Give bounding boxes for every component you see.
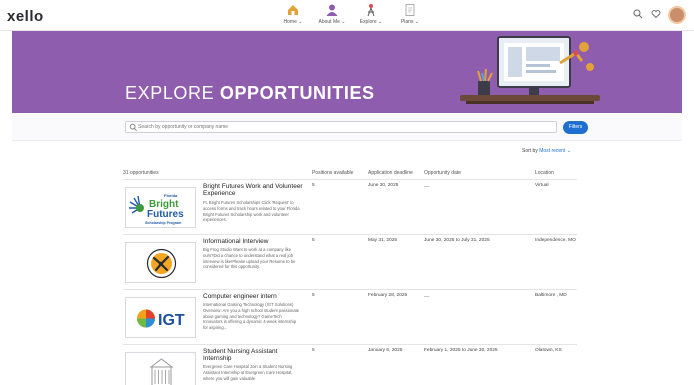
search-field[interactable] [125,121,557,133]
table-row[interactable]: Informational Interview Big Frog Studio … [123,238,577,290]
heart-icon[interactable] [651,9,661,19]
positions-available: 5 [312,348,315,353]
nav-plans-label: Plans ⌄ [400,19,420,25]
plans-icon [405,4,415,16]
column-header-location: Location [535,170,554,176]
nav-plans[interactable]: Plans ⌄ [386,3,434,25]
opportunity-description: International Gaming Technology (IGT Sol… [203,302,300,331]
explore-icon [367,4,375,17]
opportunity-title[interactable]: Bright Futures Work and Volunteer Experi… [203,183,303,197]
table-row[interactable]: Student Nursing Assistant Internship Eve… [123,348,577,385]
opportunity-date: February 1, 2025 to June 30, 2025 [424,348,498,353]
bright-futures-logo-line-4: Scholarship Program [145,221,181,225]
search-input[interactable] [138,122,548,132]
opportunity-description: Evergreen Care Hospital Join a Student N… [203,364,293,381]
location: Olatown, KS [535,348,562,353]
location: Baltimore , MD [535,293,567,298]
opportunity-title[interactable]: Computer engineer intern [203,293,303,300]
xello-logo[interactable]: xello [7,8,44,25]
home-icon [288,5,298,15]
igt-logo-text: IGT [158,312,185,329]
opportunity-count: 31 opportunities [123,170,159,176]
divider [123,179,577,180]
search-icon[interactable] [633,9,643,19]
big-frog-studio-logo-graphic [146,248,177,279]
explore-banner: EXPLORE OPPORTUNITIES [12,31,682,113]
positions-available: 5 [312,183,315,188]
sort-value[interactable]: Most recent ⌄ [539,148,571,154]
evergreen-care-logo [125,352,196,385]
igt-logo: IGT [125,297,196,338]
divider [123,289,577,290]
building-icon [149,358,174,385]
bright-futures-logo-line-1: Florida [164,193,178,198]
bright-futures-logo-line-3: Futures [147,209,184,220]
page-title-bold: OPPORTUNITIES [219,83,375,103]
igt-logo-graphic: IGT [137,309,185,329]
application-deadline: June 30, 2025 [368,183,399,188]
opportunity-description: Big Frog Studio Want to work at a compan… [203,247,296,270]
column-header-opportunity-date: Opportunity date [424,170,461,176]
page-title: EXPLORE OPPORTUNITIES [125,83,375,104]
app-window: xello Home ⌄ About Me ⌄ Explore ⌄ Plans … [0,0,694,385]
application-deadline: January 6, 2025 [368,348,403,353]
opportunity-description: FL Bright Futures Scholarships Click 'Re… [203,200,300,223]
column-header-positions: Positions available [312,170,354,176]
location: Independence, MO [535,238,576,243]
big-frog-studio-logo [125,242,196,283]
opportunity-date: June 30, 2025 to July 31, 2025 [424,238,490,243]
table-row[interactable]: IGT Computer engineer intern Internation… [123,293,577,345]
positions-available: 5 [312,293,315,298]
application-deadline: May 31, 2025 [368,238,398,243]
divider [123,344,577,345]
bright-futures-logo: Florida Bright Futures Scholarship Progr… [125,187,196,228]
application-deadline: February 28, 2025 [368,293,408,298]
opportunity-date: __ [424,183,430,188]
positions-available: 5 [312,238,315,243]
table-row[interactable]: Florida Bright Futures Scholarship Progr… [123,183,577,235]
search-bar-row: Filters [12,113,682,141]
banner-illustration [460,36,600,104]
page-title-light: EXPLORE [125,83,220,103]
top-nav: xello Home ⌄ About Me ⌄ Explore ⌄ Plans … [0,0,694,31]
opportunity-date: __ [424,293,430,298]
filters-button[interactable]: Filters [563,121,588,134]
sort-label: Sort by [522,148,538,154]
location: Virtual [535,183,549,188]
opportunity-title[interactable]: Student Nursing Assistant Internship [203,348,303,362]
column-header-deadline: Application deadline [368,170,413,176]
divider [123,234,577,235]
avatar[interactable] [668,6,686,24]
opportunity-title[interactable]: Informational Interview [203,238,303,245]
sort-control[interactable]: Sort by Most recent ⌄ [522,148,571,154]
bright-futures-logo-graphic: Florida Bright Futures Scholarship Progr… [129,193,184,225]
search-icon [129,123,137,131]
about-me-icon [326,4,338,16]
